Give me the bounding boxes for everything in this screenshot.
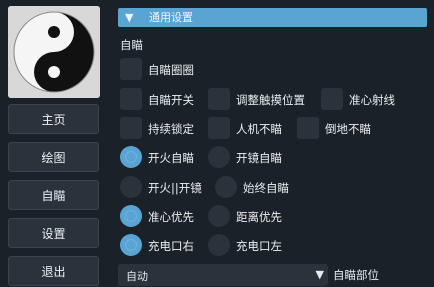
radio-label: 开火||开镜 [148, 181, 202, 195]
collapse-arrow-icon: ▼ [125, 11, 134, 24]
checkbox-box[interactable] [120, 117, 142, 139]
checkbox-label: 持续锁定 [148, 122, 194, 136]
radio-label: 充电口左 [236, 239, 282, 253]
radio-dot[interactable] [120, 176, 142, 198]
nav-exit-button[interactable]: 退出 [8, 256, 99, 286]
radio-dot[interactable] [120, 205, 142, 227]
radio-dot[interactable] [208, 234, 230, 256]
checkbox-label: 人机不瞄 [236, 122, 282, 136]
nav-settings-button[interactable]: 设置 [8, 218, 99, 248]
section-title: 自瞄 [120, 38, 143, 52]
radio-dot[interactable] [120, 146, 142, 168]
radio-dot[interactable] [120, 234, 142, 256]
aim-part-label: 自瞄部位 [333, 268, 379, 282]
radio-label: 距离优先 [236, 210, 282, 224]
aim-part-select[interactable]: 自动 ▼ [118, 264, 328, 286]
checkbox-box[interactable] [208, 88, 230, 110]
checkbox-label: 自瞄圈圈 [148, 63, 194, 77]
header-title: 通用设置 [149, 11, 193, 24]
radio-dot[interactable] [215, 176, 237, 198]
radio-dot[interactable] [208, 146, 230, 168]
radio-label: 始终自瞄 [243, 181, 289, 195]
checkbox-label: 自瞄开关 [148, 93, 194, 107]
checkbox-label: 准心射线 [349, 93, 395, 107]
nav-aim-button[interactable]: 自瞄 [8, 180, 99, 210]
checkbox-box[interactable] [208, 117, 230, 139]
checkbox-box[interactable] [120, 58, 142, 80]
sidebar: 主页 绘图 自瞄 设置 退出 [0, 0, 106, 287]
radio-label: 充电口右 [148, 239, 194, 253]
checkbox-box[interactable] [120, 88, 142, 110]
radio-label: 开火自瞄 [148, 151, 194, 165]
general-settings-header[interactable]: ▼ 通用设置 [118, 8, 427, 27]
radio-label: 开镜自瞄 [236, 151, 282, 165]
yin-yang-icon [8, 6, 100, 98]
radio-dot[interactable] [208, 205, 230, 227]
checkbox-label: 倒地不瞄 [325, 122, 371, 136]
checkbox-box[interactable] [321, 88, 343, 110]
select-value: 自动 [126, 270, 148, 283]
radio-label: 准心优先 [148, 210, 194, 224]
checkbox-label: 调整触摸位置 [236, 93, 305, 107]
nav-home-button[interactable]: 主页 [8, 104, 99, 134]
nav-draw-button[interactable]: 绘图 [8, 142, 99, 172]
checkbox-box[interactable] [297, 117, 319, 139]
chevron-down-icon[interactable]: ▼ [316, 268, 324, 281]
